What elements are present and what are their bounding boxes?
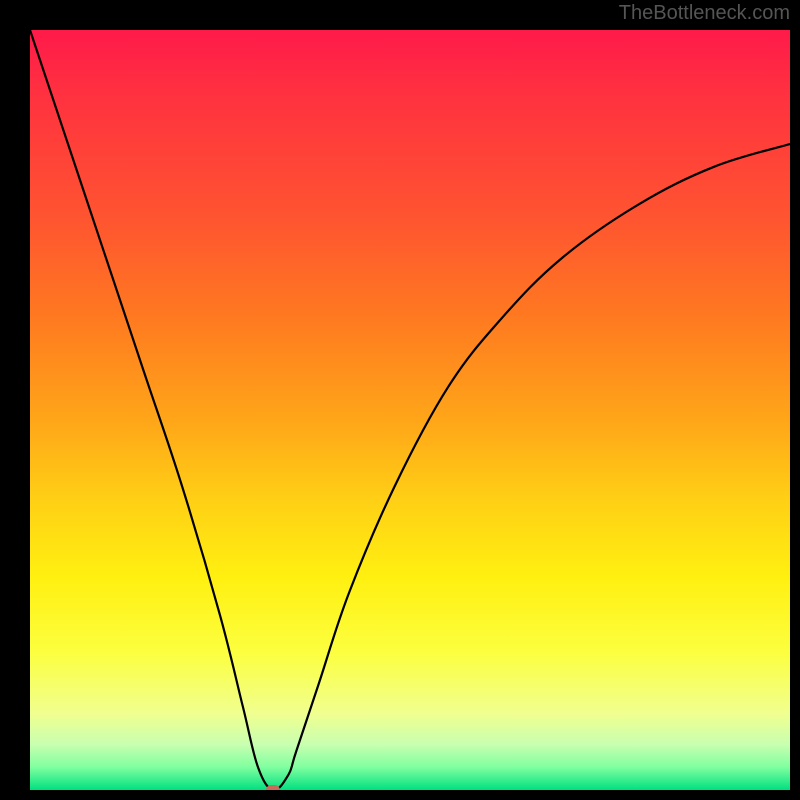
bottleneck-curve	[30, 30, 790, 790]
watermark-text: TheBottleneck.com	[619, 2, 790, 25]
chart-plot-area	[30, 30, 790, 790]
minimum-marker	[266, 785, 280, 790]
